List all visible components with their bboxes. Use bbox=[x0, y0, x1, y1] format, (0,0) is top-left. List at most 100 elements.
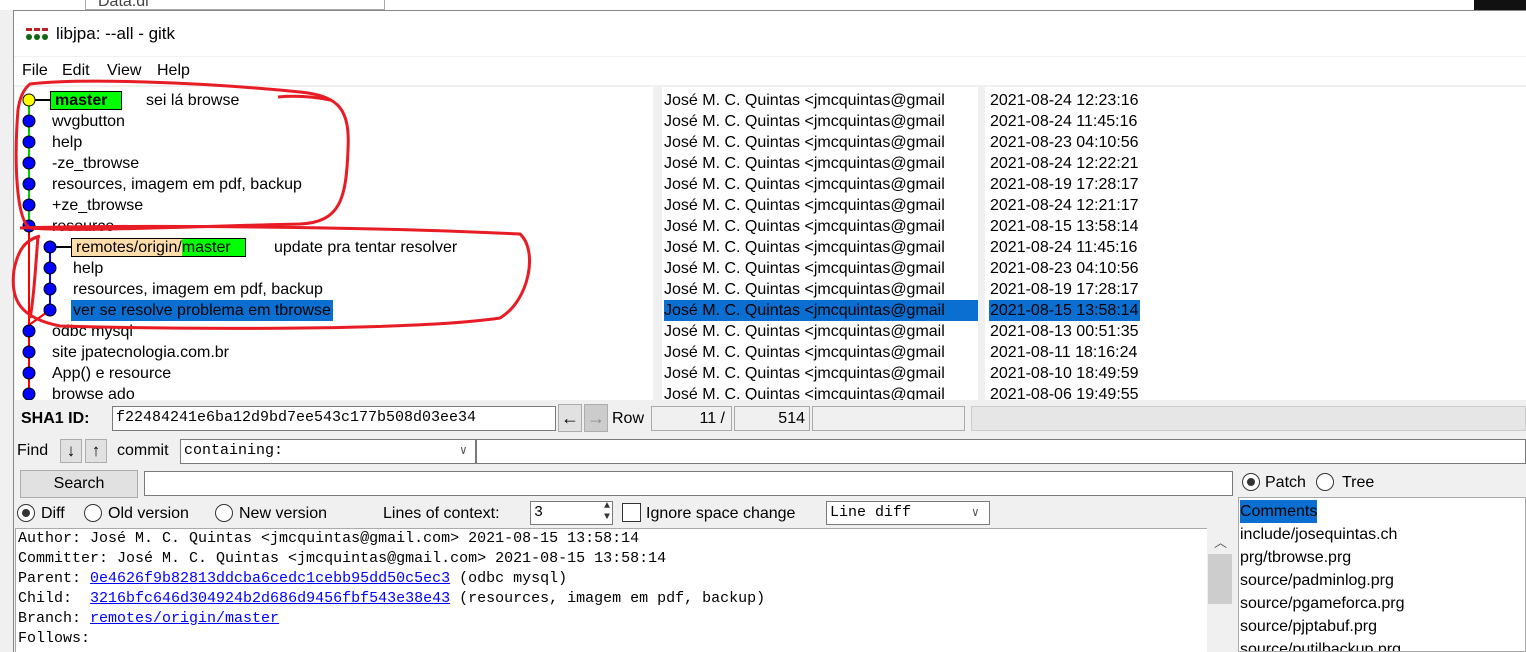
find-next-button[interactable]: ↓ bbox=[60, 439, 82, 463]
context-spinbox[interactable]: 3 ▲ ▼ bbox=[530, 501, 613, 525]
commit-date[interactable]: 2021-08-11 18:16:24 bbox=[989, 342, 1138, 363]
commit-message[interactable]: site jpatecnologia.com.br bbox=[50, 342, 231, 363]
commit-node[interactable] bbox=[43, 240, 57, 254]
commit-message[interactable]: +ze_tbrowse bbox=[50, 195, 145, 216]
child-sha-link[interactable]: 3216bfc646d304924b2d686d9456fbf543e38e43 bbox=[90, 590, 450, 607]
commit-date[interactable]: 2021-08-06 19:49:55 bbox=[989, 384, 1140, 400]
commit-date[interactable]: 2021-08-19 17:28:17 bbox=[989, 279, 1140, 300]
file-list-item[interactable]: source/putilbackup.prg bbox=[1240, 638, 1401, 651]
file-list-pane[interactable]: Comments include/josequintas.ch prg/tbrows… bbox=[1238, 497, 1526, 652]
commit-date[interactable]: 2021-08-10 18:49:59 bbox=[989, 363, 1140, 384]
commit-node[interactable] bbox=[22, 93, 36, 107]
commit-author[interactable]: José M. C. Quintas <jmcquintas@gmail bbox=[664, 342, 978, 363]
parent-sha-link[interactable]: 0e4626f9b82813ddcba6cedc1cebb95dd50c5ec3 bbox=[90, 570, 450, 587]
ref-tag[interactable]: master bbox=[50, 91, 123, 110]
commit-message[interactable]: resources, imagem em pdf, backup bbox=[50, 174, 304, 195]
commit-node[interactable] bbox=[22, 198, 36, 212]
search-button[interactable]: Search bbox=[20, 470, 138, 498]
commit-author[interactable]: José M. C. Quintas <jmcquintas@gmail bbox=[664, 111, 978, 132]
ref-tag[interactable]: remotes/origin/master bbox=[71, 238, 246, 257]
menu-help[interactable]: Help bbox=[157, 62, 190, 80]
commit-date[interactable]: 2021-08-24 12:22:21 bbox=[989, 153, 1140, 174]
commit-node[interactable] bbox=[22, 177, 36, 191]
menu-view[interactable]: View bbox=[107, 62, 141, 80]
ignore-space-checkbox[interactable] bbox=[622, 503, 641, 522]
scroll-up-icon[interactable]: ︿ bbox=[1214, 532, 1227, 551]
commit-message[interactable]: update pra tentar resolver bbox=[272, 237, 459, 258]
file-list-item[interactable]: source/pgameforca.prg bbox=[1240, 592, 1405, 615]
commit-author[interactable]: José M. C. Quintas <jmcquintas@gmail bbox=[664, 216, 978, 237]
old-version-radio[interactable] bbox=[84, 504, 102, 522]
menu-file[interactable]: File bbox=[22, 62, 48, 80]
file-list-item[interactable]: source/pjptabuf.prg bbox=[1240, 615, 1377, 638]
find-input[interactable] bbox=[476, 439, 1526, 464]
commit-author[interactable]: José M. C. Quintas <jmcquintas@gmail bbox=[664, 363, 978, 384]
commit-date[interactable]: 2021-08-24 11:45:16 bbox=[989, 111, 1138, 132]
commit-message[interactable]: -ze_tbrowse bbox=[50, 153, 141, 174]
commit-date[interactable]: 2021-08-24 12:21:17 bbox=[989, 195, 1140, 216]
commit-node[interactable] bbox=[22, 387, 36, 400]
find-prev-button[interactable]: ↑ bbox=[85, 439, 107, 463]
commit-author[interactable]: José M. C. Quintas <jmcquintas@gmail bbox=[664, 90, 978, 111]
spin-arrows-icon[interactable]: ▲ ▼ bbox=[604, 502, 610, 523]
back-button[interactable]: ← bbox=[558, 404, 582, 432]
commit-date[interactable]: 2021-08-19 17:28:17 bbox=[989, 174, 1140, 195]
file-list-item[interactable]: include/josequintas.ch bbox=[1240, 523, 1397, 546]
commit-author[interactable]: José M. C. Quintas <jmcquintas@gmail bbox=[664, 237, 978, 258]
commit-message[interactable]: resource bbox=[50, 216, 116, 237]
commit-date[interactable]: 2021-08-15 13:58:14 bbox=[989, 216, 1140, 237]
sha1-input[interactable]: f22484241e6ba12d9bd7ee543c177b508d03ee34 bbox=[112, 406, 556, 431]
commit-message[interactable]: help bbox=[50, 132, 84, 153]
commit-node[interactable] bbox=[22, 114, 36, 128]
file-list-item[interactable]: Comments bbox=[1240, 500, 1318, 523]
diff-mode-select[interactable]: Line diff ∨ bbox=[826, 501, 990, 525]
commit-author[interactable]: José M. C. Quintas <jmcquintas@gmail bbox=[664, 300, 978, 321]
commit-node[interactable] bbox=[43, 261, 57, 275]
commit-node[interactable] bbox=[43, 282, 57, 296]
commit-message[interactable]: help bbox=[71, 258, 105, 279]
commit-node[interactable] bbox=[22, 219, 36, 233]
commit-author[interactable]: José M. C. Quintas <jmcquintas@gmail bbox=[664, 258, 978, 279]
patch-radio[interactable] bbox=[1242, 473, 1260, 491]
commit-date[interactable]: 2021-08-23 04:10:56 bbox=[989, 258, 1140, 279]
commit-node[interactable] bbox=[22, 324, 36, 338]
scrollbar-thumb[interactable] bbox=[1208, 554, 1232, 604]
new-version-radio[interactable] bbox=[215, 504, 233, 522]
diff-radio[interactable] bbox=[17, 504, 35, 522]
commit-date[interactable]: 2021-08-13 00:51:35 bbox=[989, 321, 1140, 342]
commit-message[interactable]: ver se resolve problema em tbrowse bbox=[71, 300, 333, 321]
commit-message[interactable]: odbc mysql bbox=[50, 321, 135, 342]
commit-author[interactable]: José M. C. Quintas <jmcquintas@gmail bbox=[664, 132, 978, 153]
search-input[interactable] bbox=[144, 471, 1233, 496]
commit-node[interactable] bbox=[22, 135, 36, 149]
commit-message[interactable]: App() e resource bbox=[50, 363, 173, 384]
commit-author[interactable]: José M. C. Quintas <jmcquintas@gmail bbox=[664, 384, 978, 400]
commit-date[interactable]: 2021-08-15 13:58:14 bbox=[989, 300, 1140, 321]
tree-radio[interactable] bbox=[1316, 473, 1334, 491]
diff-text-pane[interactable]: Author: José M. C. Quintas <jmcquintas@g… bbox=[15, 528, 1207, 652]
commit-message[interactable]: wvgbutton bbox=[50, 111, 127, 132]
commit-message[interactable]: browse ado bbox=[50, 384, 137, 400]
commit-node[interactable] bbox=[22, 366, 36, 380]
commit-graph-pane[interactable]: master sei lá browse wvgbutton help -ze_tbro… bbox=[15, 87, 653, 400]
commit-message[interactable]: resources, imagem em pdf, backup bbox=[71, 279, 325, 300]
commit-date[interactable]: 2021-08-24 12:23:16 bbox=[989, 90, 1140, 111]
commit-author[interactable]: José M. C. Quintas <jmcquintas@gmail bbox=[664, 174, 978, 195]
commit-author[interactable]: José M. C. Quintas <jmcquintas@gmail bbox=[664, 279, 978, 300]
commit-message[interactable]: sei lá browse bbox=[144, 90, 241, 111]
branch-link[interactable]: remotes/origin/master bbox=[90, 610, 279, 627]
commit-node[interactable] bbox=[43, 303, 57, 317]
commit-date[interactable]: 2021-08-24 11:45:16 bbox=[989, 237, 1138, 258]
author-pane[interactable]: José M. C. Quintas <jmcquintas@gmail José… bbox=[662, 87, 978, 400]
menu-edit[interactable]: Edit bbox=[62, 62, 90, 80]
commit-author[interactable]: José M. C. Quintas <jmcquintas@gmail bbox=[664, 195, 978, 216]
commit-date[interactable]: 2021-08-23 04:10:56 bbox=[989, 132, 1140, 153]
commit-node[interactable] bbox=[22, 345, 36, 359]
file-list-item[interactable]: source/padminlog.prg bbox=[1240, 569, 1394, 592]
find-mode-select[interactable]: containing: ∨ bbox=[180, 439, 476, 464]
commit-author[interactable]: José M. C. Quintas <jmcquintas@gmail bbox=[664, 321, 978, 342]
forward-button[interactable]: → bbox=[584, 404, 608, 432]
commit-node[interactable] bbox=[22, 156, 36, 170]
commit-author[interactable]: José M. C. Quintas <jmcquintas@gmail bbox=[664, 153, 978, 174]
file-list-item[interactable]: prg/tbrowse.prg bbox=[1240, 546, 1351, 569]
